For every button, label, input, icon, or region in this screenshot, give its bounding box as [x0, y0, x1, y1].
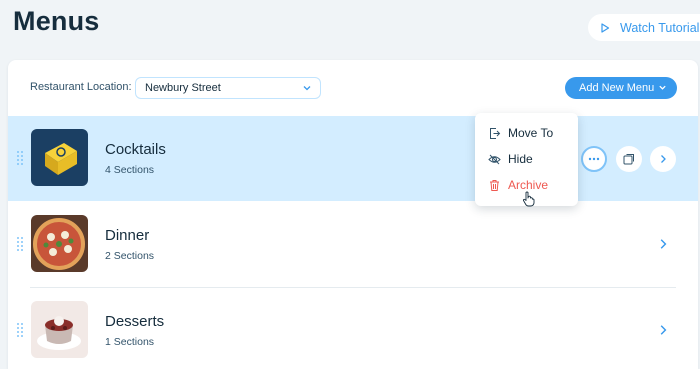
watch-tutorial-label: Watch Tutorial [620, 20, 700, 35]
hand-cursor-icon [522, 191, 535, 207]
menu-sections-count: 1 Sections [105, 336, 155, 348]
archive-label: Archive [508, 178, 549, 192]
move-to-icon [490, 127, 501, 139]
move-to-menu-item[interactable]: Move To [488, 124, 553, 142]
chevron-right-icon [661, 155, 666, 163]
menu-sections-count: 4 Sections [105, 164, 155, 176]
hide-menu-item[interactable]: Hide [488, 150, 533, 168]
chevron-right-icon[interactable] [658, 238, 668, 250]
menu-row-dinner[interactable]: Dinner 2 Sections [8, 202, 698, 287]
trash-icon [490, 179, 499, 191]
move-to-label: Move To [508, 126, 554, 140]
more-dots-icon [588, 157, 600, 161]
drag-handle-icon[interactable] [17, 323, 23, 337]
dinner-thumbnail [31, 215, 88, 272]
menu-name: Desserts [105, 313, 165, 330]
menu-row-desserts[interactable]: Desserts 1 Sections [8, 288, 698, 369]
open-menu-button[interactable] [650, 146, 676, 172]
add-new-menu-button[interactable]: Add New Menu [565, 77, 677, 99]
chevron-down-icon [303, 86, 311, 91]
drag-handle-icon[interactable] [17, 151, 23, 165]
desserts-thumbnail [31, 301, 88, 358]
watch-tutorial-button[interactable]: Watch Tutorial [588, 14, 700, 41]
duplicate-button[interactable] [616, 146, 642, 172]
eye-off-icon [488, 154, 501, 164]
menu-row-cocktails[interactable]: Cocktails 4 Sections [8, 116, 698, 201]
menu-sections-count: 2 Sections [105, 250, 155, 262]
chevron-down-icon [659, 85, 666, 90]
menu-name: Dinner [105, 227, 150, 244]
location-value: Newbury Street [145, 82, 221, 94]
location-label: Restaurant Location: [30, 81, 132, 93]
duplicate-icon [623, 154, 634, 165]
cocktails-thumbnail [31, 129, 88, 186]
more-actions-button[interactable] [581, 146, 607, 172]
drag-handle-icon[interactable] [17, 237, 23, 251]
chevron-right-icon[interactable] [658, 324, 668, 336]
play-icon [601, 22, 610, 33]
archive-menu-item[interactable]: Archive [488, 176, 548, 194]
location-select[interactable]: Newbury Street [135, 77, 321, 99]
menu-name: Cocktails [105, 141, 166, 158]
menus-card: Restaurant Location: Newbury Street Add … [8, 60, 698, 369]
hide-label: Hide [508, 152, 533, 166]
add-new-menu-label: Add New Menu [579, 82, 655, 94]
page-title: Menus [13, 6, 100, 36]
